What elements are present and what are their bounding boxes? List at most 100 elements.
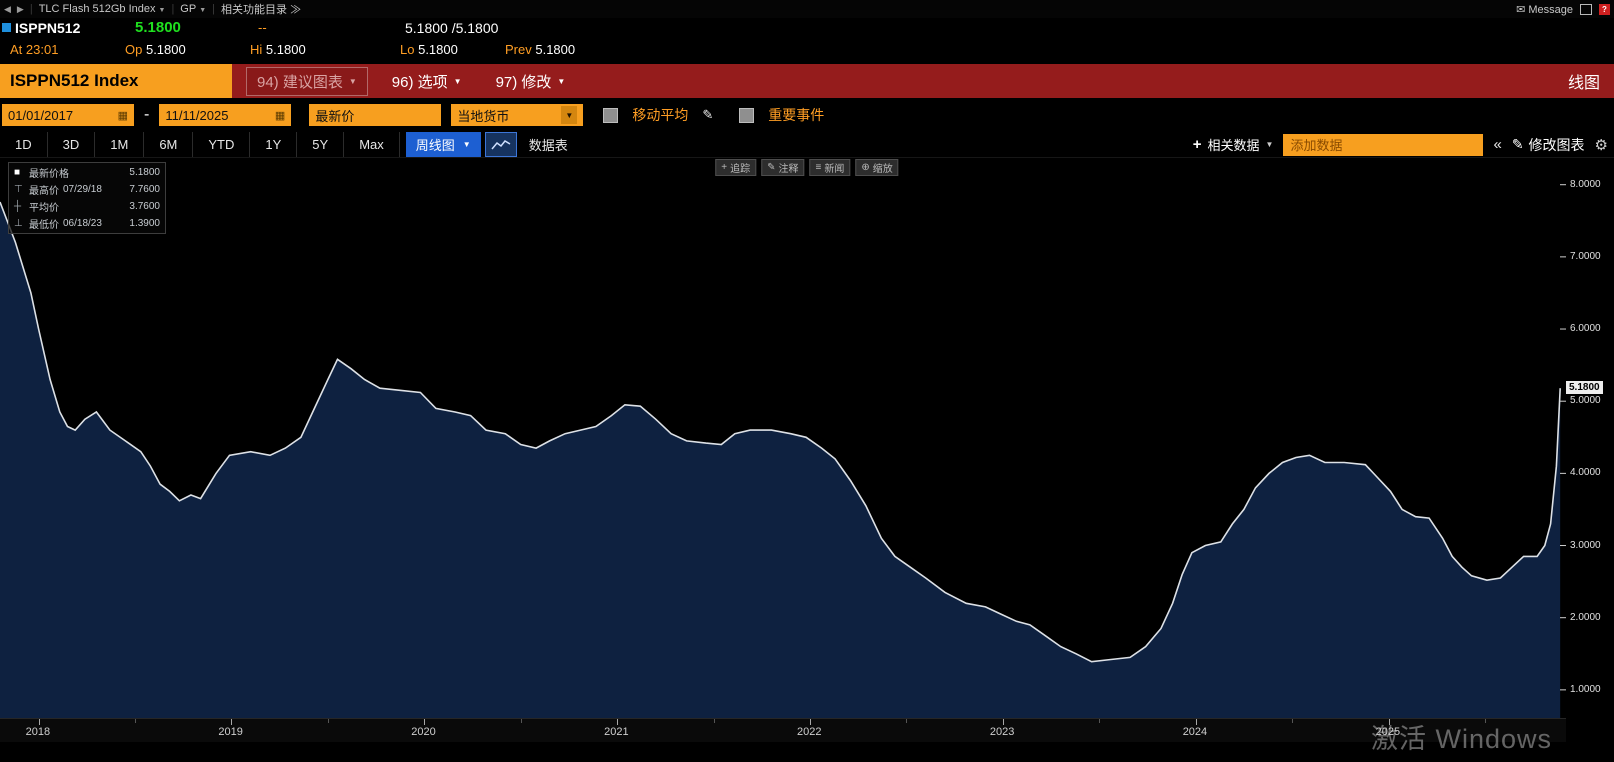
add-data-input[interactable]: 添加数据 [1283, 134, 1483, 156]
price-field-dropdown[interactable]: 最新价 [309, 104, 441, 126]
data-table-button[interactable]: 数据表 [517, 132, 580, 157]
legend-label: 最新价格 [29, 165, 69, 180]
y-axis-label: 3.0000 [1570, 540, 1601, 551]
x-axis: 20182019202020212022202320242025 [0, 718, 1566, 742]
key-events-checkbox[interactable] [739, 108, 754, 123]
gear-icon[interactable]: ⚙ [1595, 136, 1608, 154]
chevron-down-icon[interactable]: ▼ [561, 106, 577, 124]
quote-time: At 23:01 [10, 42, 58, 57]
x-minor-tick [1099, 719, 1100, 723]
edit-chart-button[interactable]: ✎修改图表 [1512, 135, 1585, 155]
chevron-down-icon: ▼ [159, 7, 166, 14]
chart-type-dropdown[interactable]: 周线图▼ [406, 132, 481, 157]
legend-label: 最低价 [29, 216, 59, 231]
last-price: 5.1800 [135, 19, 181, 36]
x-tick [810, 719, 811, 725]
x-axis-label: 2024 [1183, 726, 1207, 738]
tool-icon: ≡ [816, 162, 822, 173]
edit-menu[interactable]: 97) 修改▼ [486, 68, 576, 95]
tab-max[interactable]: Max [344, 132, 400, 157]
date-to-field[interactable]: 11/11/2025▦ [159, 104, 291, 126]
chevron-down-icon: ▼ [454, 77, 462, 86]
moving-average-checkbox[interactable] [603, 108, 618, 123]
legend-row[interactable]: ⊤最高价07/29/187.7600 [9, 181, 165, 198]
legend-value: 5.1800 [129, 167, 160, 178]
tab-3d[interactable]: 3D [48, 132, 96, 157]
legend-row[interactable]: ⊥最低价06/18/231.3900 [9, 215, 165, 232]
x-tick [231, 719, 232, 725]
legend-label: 最高价 [29, 182, 59, 197]
tab-1d[interactable]: 1D [0, 132, 48, 157]
x-tick [1003, 719, 1004, 725]
y-axis-label: 4.0000 [1570, 467, 1601, 478]
x-axis-label: 2019 [218, 726, 242, 738]
x-axis-label: 2022 [797, 726, 821, 738]
related-data-menu[interactable]: +相关数据▼ [1193, 135, 1274, 154]
chart-tool-追踪[interactable]: +追踪 [715, 159, 756, 176]
function-code-menu[interactable]: GP▼ [180, 3, 206, 15]
forward-icon[interactable]: ▶ [17, 4, 24, 15]
legend-row[interactable]: ■ 最新价格 5.1800 [9, 164, 165, 181]
related-functions-menu[interactable]: 相关功能目录 ≫ [221, 1, 301, 17]
chart-tool-缩放[interactable]: ⊕缩放 [855, 159, 898, 176]
low-price: Lo 5.1800 [400, 42, 458, 57]
activate-windows-watermark: 激活 Windows [1371, 717, 1552, 756]
legend-marker-icon: ■ [14, 167, 25, 178]
suggested-charts-menu[interactable]: 94) 建议图表▼ [246, 67, 368, 96]
y-axis: 8.00007.00006.00005.00004.00003.00002.00… [1566, 158, 1614, 718]
y-axis-label: 2.0000 [1570, 612, 1601, 623]
divider: | [171, 3, 174, 15]
legend-date: 06/18/23 [63, 218, 102, 229]
chevron-down-icon: ▼ [557, 77, 565, 86]
calendar-icon[interactable]: ▦ [118, 109, 128, 122]
period-tabs: 1D3D1M6MYTD1Y5YMax [0, 132, 400, 157]
line-chart-icon[interactable] [485, 132, 517, 157]
window-icon[interactable] [1580, 4, 1592, 15]
quote-panel: ISPPN512 5.1800 -- 5.1800 /5.1800 At 23:… [0, 18, 1614, 64]
x-tick [1196, 719, 1197, 725]
x-axis-label: 2021 [604, 726, 628, 738]
pencil-icon: ✎ [1512, 136, 1524, 153]
legend-value: 3.7600 [129, 201, 160, 212]
page-title: ISPPN512 Index [0, 64, 232, 98]
tab-6m[interactable]: 6M [144, 132, 193, 157]
price-chart[interactable] [0, 158, 1566, 718]
x-minor-tick [135, 719, 136, 723]
top-menu-bar: ◀ ▶ | TLC Flash 512Gb Index▼ | GP▼ | 相关功… [0, 0, 1614, 18]
currency-dropdown[interactable]: 当地货币▼ [451, 104, 583, 126]
y-axis-label: 5.0000 [1570, 395, 1601, 406]
back-icon[interactable]: ◀ [4, 4, 11, 15]
tab-1m[interactable]: 1M [95, 132, 144, 157]
calendar-icon[interactable]: ▦ [275, 109, 285, 122]
x-axis-label: 2023 [990, 726, 1014, 738]
chart-tool-新闻[interactable]: ≡新闻 [810, 159, 851, 176]
tab-1y[interactable]: 1Y [250, 132, 297, 157]
edit-pencil-icon[interactable]: ✎ [702, 107, 713, 123]
tool-label: 缩放 [873, 160, 893, 175]
divider: | [30, 3, 33, 15]
tab-5y[interactable]: 5Y [297, 132, 344, 157]
x-minor-tick [1292, 719, 1293, 723]
open-price: Op 5.1800 [125, 42, 186, 57]
legend-marker-icon: ⊥ [14, 218, 25, 229]
legend-row[interactable]: ┼平均价3.7600 [9, 198, 165, 215]
function-bar: ISPPN512 Index 94) 建议图表▼ 96) 选项▼ 97) 修改▼… [0, 64, 1614, 98]
security-selector[interactable]: TLC Flash 512Gb Index▼ [39, 3, 166, 15]
tab-ytd[interactable]: YTD [193, 132, 250, 157]
date-from-field[interactable]: 01/01/2017▦ [2, 104, 134, 126]
chart-tools: +追踪 ✎注释 ≡新闻⊕缩放 [715, 159, 898, 176]
x-minor-tick [521, 719, 522, 723]
x-tick [424, 719, 425, 725]
chart-tool-注释[interactable]: ✎注释 [761, 159, 804, 176]
chart-mode-label: 线图 [1568, 69, 1600, 93]
double-chevron-icon: ≫ [290, 4, 301, 16]
x-axis-label: 2020 [411, 726, 435, 738]
chart-area[interactable]: 8.00007.00006.00005.00004.00003.00002.00… [0, 158, 1614, 762]
message-button[interactable]: ✉ Message [1516, 3, 1573, 16]
help-icon[interactable]: ? [1599, 4, 1610, 15]
x-tick [39, 719, 40, 725]
tool-label: 追踪 [730, 160, 750, 175]
options-menu[interactable]: 96) 选项▼ [382, 68, 472, 95]
y-axis-label: 1.0000 [1570, 684, 1601, 695]
collapse-icon[interactable]: « [1493, 136, 1501, 153]
